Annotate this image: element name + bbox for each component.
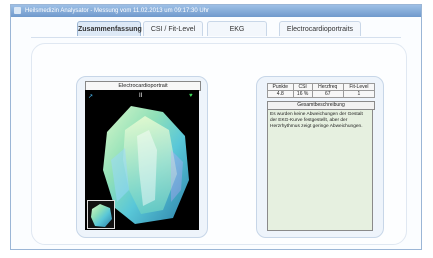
metric-value-herzfreq: 67 <box>311 90 344 98</box>
tab-ekg[interactable]: EKG <box>207 21 267 36</box>
metric-header: CSI <box>292 83 313 91</box>
metric-value-fit-level: 1 <box>342 90 376 98</box>
title-bar: Heilsmedizin Analysator - Messung vom 11… <box>11 5 421 17</box>
metric-value-csi: 16 % <box>292 90 313 98</box>
metric-header: Fit-Level <box>342 83 376 91</box>
tab-underline <box>31 37 401 38</box>
summary-panel: Electrocardioportrait ↗ II ♥ Punkte CSI … <box>31 43 407 245</box>
app-icon <box>14 6 21 14</box>
description-text: Es wurden keine Abweichungen der Gestalt… <box>267 109 373 231</box>
app-window: Heilsmedizin Analysator - Messung vom 11… <box>10 4 422 250</box>
metric-header: Herzfreq <box>311 83 344 91</box>
tab-electrocardioportraits[interactable]: Electrocardioportraits <box>279 21 361 36</box>
tab-zusammenfassung[interactable]: Zusammenfassung <box>77 21 142 36</box>
metrics-table: Punkte CSI Herzfreq Fit-Level 4.8 16 % 6… <box>267 83 376 98</box>
metric-header: Punkte <box>267 83 294 91</box>
metrics-value-row: 4.8 16 % 67 1 <box>267 90 376 98</box>
metric-value-punkte: 4.8 <box>267 90 294 98</box>
portrait-thumbnail[interactable] <box>87 200 115 229</box>
metrics-header-row: Punkte CSI Herzfreq Fit-Level <box>267 83 376 91</box>
electrocardioportrait-card: Electrocardioportrait ↗ II ♥ <box>76 76 208 238</box>
ecp-3d-view[interactable]: ↗ II ♥ <box>85 90 199 230</box>
summary-details-card: Punkte CSI Herzfreq Fit-Level 4.8 16 % 6… <box>256 76 384 238</box>
window-title: Heilsmedizin Analysator - Messung vom 11… <box>25 8 209 14</box>
tab-csi-fit-level[interactable]: CSI / Fit-Level <box>143 21 203 36</box>
